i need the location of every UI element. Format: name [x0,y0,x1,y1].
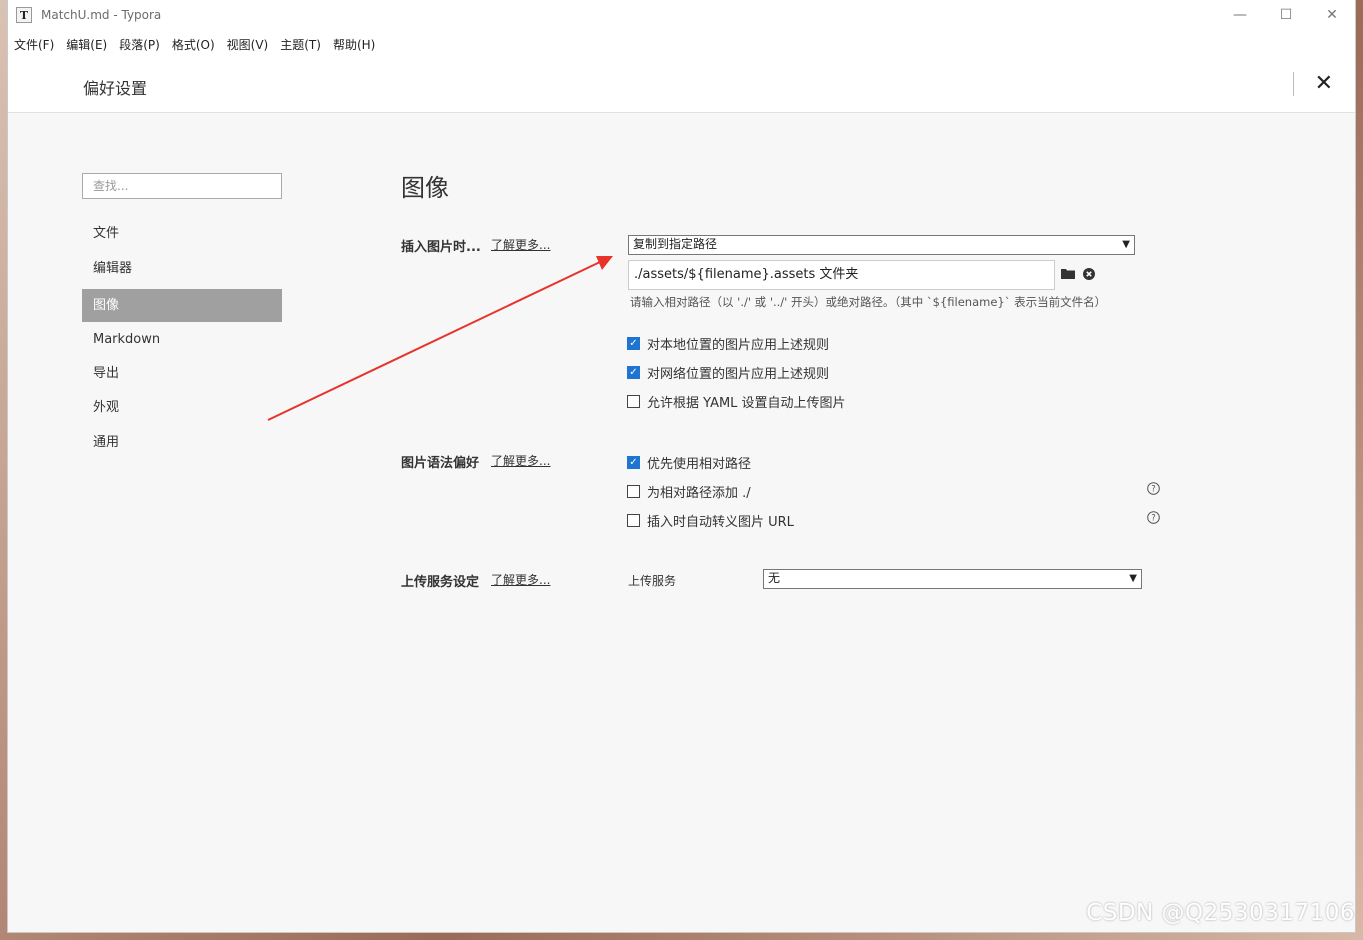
image-syntax-label: 图片语法偏好 [401,456,480,471]
image-path-input[interactable]: ./assets/${filename}.assets 文件夹 [628,260,1055,290]
checkbox-unchecked-icon[interactable] [627,485,640,498]
title-bar: T MatchU.md - Typora — ☐ ✕ [8,0,1355,30]
chevron-down-icon: ▼ [1129,573,1137,584]
menu-edit[interactable]: 编辑(E) [66,36,107,53]
svg-text:?: ? [1151,514,1156,524]
insert-action-value: 复制到指定路径 [633,237,718,251]
preferences-header: 偏好设置 ✕ [8,58,1355,113]
option-label: 允许根据 YAML 设置自动上传图片 [647,396,846,411]
sidebar-item-export[interactable]: 导出 [82,357,282,390]
preferences-title: 偏好设置 [83,79,148,98]
checkbox-checked-icon[interactable]: ✓ [627,366,640,379]
upload-service-value: 无 [768,571,781,585]
option-label: 对网络位置的图片应用上述规则 [647,367,830,382]
menu-format[interactable]: 格式(O) [172,36,215,53]
sidebar-item-file[interactable]: 文件 [82,217,282,250]
option-apply-local[interactable]: ✓ 对本地位置的图片应用上述规则 [627,334,829,353]
clear-path-icon[interactable] [1083,268,1095,280]
learn-more-link-syntax[interactable]: 了解更多... [491,452,550,469]
menu-paragraph[interactable]: 段落(P) [119,36,160,53]
svg-text:?: ? [1151,485,1156,495]
minimize-button[interactable]: — [1217,0,1263,30]
typora-app-icon: T [16,7,32,23]
sidebar-item-editor[interactable]: 编辑器 [82,252,282,285]
checkbox-unchecked-icon[interactable] [627,514,640,527]
window-title: MatchU.md - Typora [41,8,162,22]
option-add-dot-slash[interactable]: 为相对路径添加 ./ [627,482,751,501]
maximize-button[interactable]: ☐ [1263,0,1309,30]
sidebar-item-general[interactable]: 通用 [82,426,282,459]
insert-action-select[interactable]: 复制到指定路径 ▼ [628,235,1135,255]
checkbox-checked-icon[interactable]: ✓ [627,337,640,350]
window-controls: — ☐ ✕ [1217,0,1355,30]
option-apply-network[interactable]: ✓ 对网络位置的图片应用上述规则 [627,363,829,382]
sidebar-item-appearance[interactable]: 外观 [82,391,282,424]
option-yaml-upload[interactable]: 允许根据 YAML 设置自动上传图片 [627,392,846,411]
chevron-down-icon: ▼ [1122,239,1130,250]
menu-view[interactable]: 视图(V) [227,36,269,53]
path-hint-text: 请输入相对路径（以 './' 或 '../' 开头）或绝对路径。（其中 `${f… [630,295,1107,309]
folder-icon[interactable] [1061,268,1075,279]
option-label: 对本地位置的图片应用上述规则 [647,338,830,353]
upload-service-label: 上传服务 [628,574,677,588]
menu-bar: 文件(F) 编辑(E) 段落(P) 格式(O) 视图(V) 主题(T) 帮助(H… [8,30,1355,58]
close-window-button[interactable]: ✕ [1309,0,1355,30]
settings-search-input[interactable]: 查找... [82,173,282,199]
close-preferences-button[interactable]: ✕ [1315,71,1333,97]
upload-settings-label: 上传服务设定 [401,575,480,590]
learn-more-link-insert[interactable]: 了解更多... [491,236,550,253]
option-escape-url[interactable]: 插入时自动转义图片 URL [627,511,794,530]
menu-help[interactable]: 帮助(H) [333,36,375,53]
option-label: 为相对路径添加 ./ [647,486,751,501]
option-label: 优先使用相对路径 [647,457,752,472]
header-divider [1293,72,1294,96]
typora-window: T MatchU.md - Typora — ☐ ✕ 文件(F) 编辑(E) 段… [8,0,1355,932]
upload-service-select[interactable]: 无 ▼ [763,569,1142,589]
insert-image-label: 插入图片时... [401,240,481,255]
option-prefer-relative[interactable]: ✓ 优先使用相对路径 [627,453,751,472]
menu-theme[interactable]: 主题(T) [280,36,321,53]
sidebar-item-markdown[interactable]: Markdown [82,323,282,356]
csdn-watermark: CSDN @Q2530317106 [1086,900,1355,926]
learn-more-link-upload[interactable]: 了解更多... [491,571,550,588]
menu-file[interactable]: 文件(F) [14,36,54,53]
section-title: 图像 [401,174,449,202]
option-label: 插入时自动转义图片 URL [647,515,794,530]
checkbox-unchecked-icon[interactable] [627,395,640,408]
checkbox-checked-icon[interactable]: ✓ [627,456,640,469]
help-icon[interactable]: ? [1147,482,1160,495]
sidebar-item-image[interactable]: 图像 [82,289,282,322]
help-icon[interactable]: ? [1147,511,1160,524]
